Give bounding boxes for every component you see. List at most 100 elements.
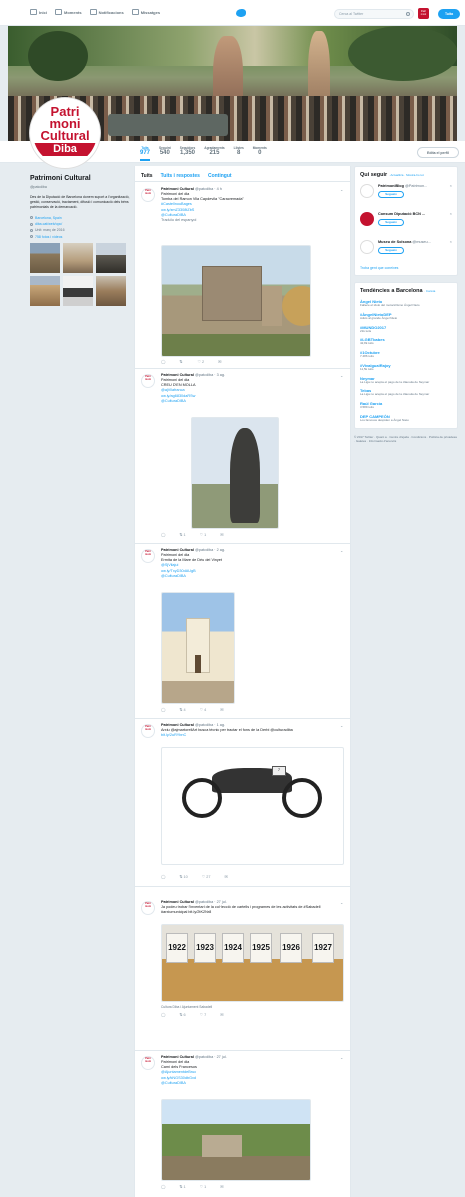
edit-profile-button[interactable]: Edita el perfil — [417, 147, 459, 158]
tweet-avatar[interactable]: Patri moni — [141, 374, 155, 388]
media-thumbnail[interactable] — [96, 242, 126, 273]
avatar[interactable] — [360, 183, 374, 198]
tweet-card[interactable]: Patri moni ⌄ Patrimoni Cultural @patcdiba… — [135, 544, 350, 719]
tab-media[interactable]: Contingut — [208, 173, 232, 179]
reply-icon[interactable]: ◯ — [161, 708, 165, 713]
nav-home[interactable]: Inici — [30, 9, 47, 15]
mention-link[interactable]: @CulturaDIBA — [161, 574, 186, 578]
tweet-card[interactable]: Patri moni ⌄ Patrimoni Cultural @patcdiba… — [135, 369, 350, 544]
mention-link[interactable]: @CulturaDIBA — [161, 1081, 186, 1085]
translate-link[interactable]: Traduïu del espanyol — [161, 218, 344, 223]
refresh-link[interactable]: · Actualitza · Mostra-ho tot — [389, 173, 424, 177]
media-link[interactable]: 758 fotos i vídeos — [35, 235, 62, 239]
media-thumbnail[interactable] — [63, 242, 93, 273]
tweet-image[interactable] — [191, 417, 279, 529]
reply-icon[interactable]: ◯ — [161, 533, 165, 538]
profile-handle[interactable]: @patcdiba — [30, 185, 130, 189]
stat-lists[interactable]: Llistes 8 — [234, 146, 244, 161]
avatar[interactable] — [360, 211, 374, 226]
suggestion-name[interactable]: Consum Diputació BCN ... — [378, 212, 425, 217]
profile-avatar-logo[interactable]: Patri moni Cultural Diba — [30, 98, 100, 168]
tweet-author[interactable]: Patrimoni Cultural — [161, 373, 194, 377]
tweet-meta[interactable]: @patcdiba · 4 h — [195, 187, 222, 191]
tweet-avatar[interactable]: Patri moni — [141, 901, 155, 915]
tweet-avatar[interactable]: Patri moni — [141, 1056, 155, 1070]
reply-icon[interactable]: ◯ — [161, 1013, 165, 1018]
dm-icon[interactable]: ✉ — [218, 360, 221, 365]
avatar[interactable] — [360, 239, 374, 254]
nav-notifications[interactable]: Notificacions — [89, 9, 124, 15]
tweet-card[interactable]: Patri moni ⌄ Patrimoni Cultural @patcdiba… — [135, 183, 350, 369]
retweet-icon[interactable]: ⇅ 1 — [179, 533, 185, 538]
trend-item[interactable]: #LGBTbabes 42,8k tuits — [360, 337, 452, 346]
website-link[interactable]: diba.cat/web/opc/ — [35, 222, 62, 226]
tweet-meta[interactable]: @patcdiba · 27 jul. — [195, 900, 227, 904]
tab-tweets-replies[interactable]: Tuits i respostes — [161, 173, 200, 179]
trend-item[interactable]: #MUNDO2017 21k tuits — [360, 325, 452, 334]
retweet-icon[interactable]: ⇅ 4 — [179, 708, 185, 713]
site-footer[interactable]: © 2017 Twitter · Quant a · Centre d'ajud… — [354, 435, 458, 444]
reply-icon[interactable]: ◯ — [161, 1185, 165, 1190]
like-icon[interactable]: ♡ 7 — [200, 1013, 207, 1018]
tweet-meta[interactable]: @patcdiba · 3 ag. — [195, 373, 225, 377]
trend-item[interactable]: #VivaIgualRajoy 11,5k tuits — [360, 363, 452, 372]
tweet-image[interactable]: 1922 1923 1924 1925 1926 1927 — [161, 924, 344, 1002]
stat-following[interactable]: Seguint 540 — [159, 146, 171, 161]
media-thumbnail[interactable] — [96, 275, 126, 306]
mention-link[interactable]: @SjVilajui — [161, 563, 178, 567]
compose-tweet-button[interactable]: Tuita — [438, 9, 460, 19]
retweet-icon[interactable]: ⇅ 6 — [179, 1013, 185, 1018]
close-icon[interactable]: × — [450, 183, 452, 188]
like-icon[interactable]: ♡ 1 — [200, 533, 207, 538]
dm-icon[interactable]: ✉ — [220, 1013, 223, 1018]
media-thumbnail[interactable] — [30, 242, 60, 273]
tweet-image[interactable] — [161, 592, 235, 704]
trend-item[interactable]: DEP CAMPEÓN Los famosos despiden a Ángel … — [360, 414, 452, 423]
close-icon[interactable]: × — [450, 211, 452, 216]
stat-followers[interactable]: Seguidors 1,350 — [180, 146, 196, 161]
tweet-avatar[interactable]: Patri moni — [141, 724, 155, 738]
stat-moments[interactable]: Moments 0 — [253, 146, 267, 161]
tweet-author[interactable]: Patrimoni Cultural — [161, 723, 194, 727]
tweet-author[interactable]: Patrimoni Cultural — [161, 900, 194, 904]
tab-tweets[interactable]: Tuits — [141, 173, 153, 179]
dm-icon[interactable]: ✉ — [220, 708, 223, 713]
media-thumbnail[interactable] — [30, 275, 60, 306]
dm-icon[interactable]: ✉ — [220, 533, 223, 538]
tweet-image[interactable]: 7 — [161, 747, 344, 865]
tweet-card[interactable]: Patri moni ⌄ Patrimoni Cultural @patcdiba… — [135, 896, 350, 1051]
trend-item[interactable]: Tebas La Liga no acepta el pago de la clá… — [360, 388, 452, 397]
search-input[interactable]: Cerca al Twitter — [334, 9, 414, 19]
mention-link[interactable]: @ajVilafranca — [161, 388, 185, 392]
tweet-card[interactable]: Patri moni ⌄ Patrimoni Cultural @patcdiba… — [135, 719, 350, 887]
stat-tweets[interactable]: Tuits 977 — [140, 146, 151, 161]
reply-icon[interactable]: ◯ — [161, 360, 165, 365]
suggestion-name[interactable]: Museu de Solsona @museu... — [378, 240, 431, 245]
like-icon[interactable]: ♡ 2 — [198, 360, 205, 365]
retweet-icon[interactable]: ⇅ 10 — [179, 875, 187, 880]
mention-link[interactable]: @CulturaDIBA — [161, 399, 186, 403]
retweet-icon[interactable]: ⇅ 1 — [179, 1185, 185, 1190]
dm-icon[interactable]: ✉ — [220, 1185, 223, 1190]
reply-icon[interactable]: ◯ — [161, 875, 165, 880]
url-link[interactable]: ow.ly/kNGS30dbGxd — [161, 1076, 196, 1080]
tweet-author[interactable]: Patrimoni Cultural — [161, 187, 194, 191]
trend-item[interactable]: Raúl García 3.589 tuits — [360, 401, 452, 410]
tweet-meta[interactable]: @patcdiba · 1 ag. — [195, 723, 225, 727]
url-link[interactable]: ow.ly/ag6830daRSw — [161, 394, 195, 398]
retweet-icon[interactable]: ⇅ — [179, 360, 183, 365]
tweet-image[interactable] — [161, 1099, 311, 1181]
twitter-bird-icon[interactable] — [236, 9, 246, 17]
nav-moments[interactable]: Moments — [55, 9, 82, 15]
trend-item[interactable]: Àngel Nieto Fallece el ídolo del motocicl… — [360, 299, 452, 308]
account-avatar[interactable]: Patri moni — [418, 8, 429, 19]
url-link[interactable]: bit.ly/2uRYbnC — [161, 733, 186, 737]
follow-button[interactable]: Segueix — [378, 190, 404, 198]
mention-link[interactable]: @CulturaDIBA — [161, 213, 186, 217]
trend-item[interactable]: #1Octubre 7.486 tuits — [360, 350, 452, 359]
tweet-image[interactable] — [161, 245, 311, 357]
tweet-avatar[interactable]: Patri moni — [141, 188, 155, 202]
media-caption[interactable]: Cultura Diba i Ajuntament Sabadell — [161, 1005, 212, 1009]
media-thumbnail[interactable] — [63, 275, 93, 306]
nav-messages[interactable]: Missatges — [131, 9, 160, 15]
